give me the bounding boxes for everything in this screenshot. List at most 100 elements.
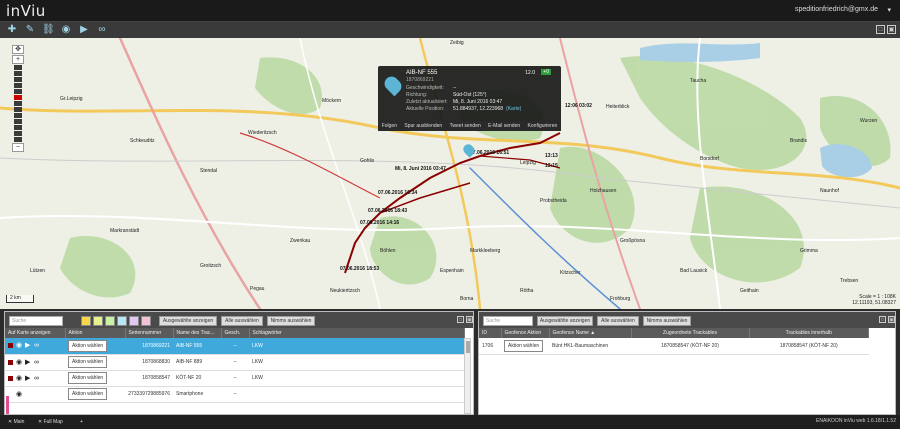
color-filter-swatch[interactable] [93,316,103,326]
track-point-label[interactable]: 07.06.2016 16:51 [470,150,509,156]
track-point-label[interactable]: 07.06.2016 14:16 [360,220,399,226]
pencil-icon[interactable]: ✎ [24,24,36,36]
eye-icon[interactable]: ◉ [16,342,23,349]
zoom-level-bar[interactable] [14,65,22,70]
track-point-label[interactable]: 07.06.2016 16:34 [378,190,417,196]
map-view[interactable]: Zeibig Möckern Stendal Gr.Leipzig Wieder… [0,38,900,309]
track-point-label[interactable]: 12:06 03:02 [565,103,592,109]
plus-icon[interactable]: ✚ [6,24,18,36]
email-button[interactable]: E-Mail senden [488,123,520,129]
panel-maximize-icon[interactable]: □ [879,316,886,323]
user-menu-caret-icon[interactable]: ▾ [887,6,891,14]
action-select-button[interactable]: Aktion wählen [68,372,108,384]
zoom-level-bar[interactable] [14,83,22,88]
add-tab-button[interactable]: + [76,417,87,427]
col-show-on-map[interactable]: Auf Karte anzeigen [5,328,66,338]
zoom-level-bar[interactable] [14,131,22,136]
track-point-label[interactable]: 07.06.2016 18:53 [340,266,379,272]
select-all-button[interactable]: Alle auswählen [221,316,263,326]
table-row[interactable]: ◉ Aktion wählen 273339729885976 Smartpho… [5,386,465,403]
zoom-level-bar[interactable] [14,89,22,94]
track-point-label[interactable]: 13:13 [545,153,558,159]
link-icon[interactable]: ∞ [34,342,41,349]
tab-main[interactable]: ✕ Main [4,417,28,427]
play-icon[interactable]: ▶ [78,24,90,36]
col-geofence-action[interactable]: Geofence Aktion [501,328,550,338]
track-point-label[interactable]: 07.06.2016 18:43 [368,208,407,214]
eye-icon[interactable]: ◉ [16,375,23,382]
col-name[interactable]: Name des Trac... [173,328,222,338]
table-row[interactable]: ◉ ▶ ∞ Aktion wählen 1870858547 KÖT-NF 20 -… [5,370,465,387]
configure-button[interactable]: Konfigurieren [528,123,558,129]
zoom-level-bar[interactable] [14,95,22,100]
eye-icon[interactable]: ◉ [60,24,72,36]
color-square-icon[interactable] [8,343,13,349]
zoom-level-bar[interactable] [14,77,22,82]
maximize-icon[interactable]: □ [876,25,885,34]
col-assigned-trackables[interactable]: Zugeordnete Trackables [631,328,750,338]
tweet-button[interactable]: Tweet senden [450,123,481,129]
color-filter-swatch[interactable] [81,316,91,326]
geofence-search-input[interactable]: Suche [483,316,533,326]
col-speed[interactable]: Gesch. [221,328,250,338]
action-select-button[interactable]: Aktion wählen [68,339,108,352]
panel-maximize-icon[interactable]: □ [457,316,464,323]
table-row[interactable]: ◉ ▶ ∞ Aktion wählen 1870868830 AIB-NF 889 … [5,354,465,371]
link-icon[interactable]: ∞ [34,375,41,382]
col-serial[interactable]: Seriennummer [125,328,174,338]
track-point-label[interactable]: Mi, 8. Juni 2016 03:47 [395,166,446,172]
color-filter-swatch[interactable] [105,316,115,326]
color-square-icon[interactable] [8,375,13,381]
zoom-out-button[interactable]: − [12,143,24,152]
zoom-level-bar[interactable] [14,113,22,118]
play-icon[interactable]: ▶ [25,342,32,349]
play-icon[interactable]: ▶ [25,375,32,382]
popup-map-link[interactable]: (Karte) [506,106,521,112]
tab-full-map[interactable]: ✕ Full Map [34,417,67,427]
panel-restore-icon[interactable]: ▣ [466,316,473,323]
zoom-in-button[interactable]: + [12,55,24,64]
table-row[interactable]: 1706 Aktion wählen Bünt HKL-Baumaschinen… [479,338,869,355]
table-row[interactable]: ◉ ▶ ∞ Aktion wählen 1870869221 AIB-NF 555 … [5,338,465,355]
chain-icon[interactable]: ⛓ [42,24,55,36]
eye-icon[interactable]: ◉ [16,359,23,366]
scrollbar-thumb[interactable] [466,341,470,353]
vertical-scrollbar[interactable] [464,338,471,414]
color-filter-swatch[interactable] [117,316,127,326]
show-selected-button[interactable]: Ausgewählte anzeigen [159,316,217,326]
link-icon[interactable]: ∞ [34,359,41,366]
trackables-search-input[interactable]: Suche [9,316,63,326]
follow-button[interactable]: Folgen [382,123,397,129]
track-point-label[interactable]: 13:15 [545,163,558,169]
zoom-level-bar[interactable] [14,107,22,112]
play-icon[interactable]: ▶ [25,359,32,366]
col-id[interactable]: ID [479,328,502,338]
col-trackables-inside[interactable]: Trackables innerhalb [749,328,869,338]
map-coordinates: Scale = 1 : 108K 12.11193, 51.08327 [852,294,896,306]
zoom-level-bar[interactable] [14,101,22,106]
zoom-level-bar[interactable] [14,125,22,130]
eye-icon[interactable]: ◉ [16,391,23,398]
select-all-button[interactable]: Alle auswählen [597,316,639,326]
color-filter-swatch[interactable] [141,316,151,326]
action-select-button[interactable]: Aktion wählen [68,356,108,368]
panel-restore-icon[interactable]: ▣ [888,316,895,323]
action-select-button[interactable]: Aktion wählen [504,339,544,352]
pan-icon[interactable]: ✥ [12,45,24,54]
zoom-level-bar[interactable] [14,119,22,124]
select-none-button[interactable]: Nimms auswählen [643,316,691,326]
zoom-level-bar[interactable] [14,71,22,76]
select-none-button[interactable]: Nimms auswählen [267,316,315,326]
zoom-level-bar[interactable] [14,137,22,142]
show-selected-button[interactable]: Ausgewählte anzeigen [537,316,593,326]
col-tags[interactable]: Schlagwörter [249,328,465,338]
col-action[interactable]: Aktion [65,328,126,338]
user-account[interactable]: speditionfriedrich@gmx.de [795,6,878,13]
col-geofence-name[interactable]: Geofence Name ▲ [549,328,632,338]
action-select-button[interactable]: Aktion wählen [68,388,108,400]
color-square-icon[interactable] [8,359,13,365]
restore-icon[interactable]: ▣ [887,25,896,34]
hide-track-button[interactable]: Spur ausblenden [404,123,442,129]
color-filter-swatch[interactable] [129,316,139,326]
link-icon[interactable]: ∞ [96,24,108,36]
